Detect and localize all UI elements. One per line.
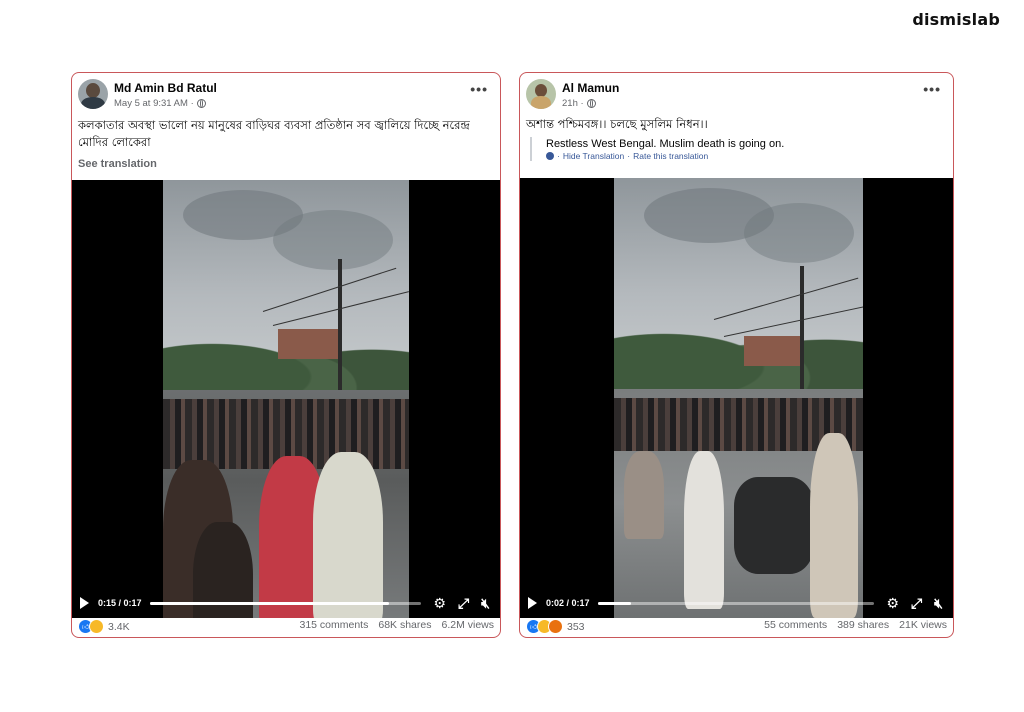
see-translation-link[interactable]: See translation [78,158,157,170]
translation-box: Restless West Bengal. Muslim death is go… [530,137,784,161]
shares-count[interactable]: 68K shares [378,619,431,631]
reactions[interactable]: 👍︎ 3.4K [78,619,130,634]
angry-reaction-icon [548,619,563,634]
video-time: 0:02 / 0:17 [546,598,590,608]
author-name[interactable]: Md Amin Bd Ratul [114,81,217,95]
brand-logo: dismislab [912,10,1000,29]
settings-icon[interactable]: ⚙ [886,596,899,610]
comments-count[interactable]: 55 comments [764,619,827,631]
globe-icon [586,99,596,108]
reaction-count: 353 [567,620,585,633]
post-caption: অশান্ত পশ্চিমবঙ্গ।। চলছে মুসলিম নিধন।। [526,117,708,131]
post-footer: 👍︎ 3.4K 315 comments 68K shares 6.2M vie… [72,615,500,637]
views-count: 21K views [899,619,947,631]
video-player[interactable]: 0:15 / 0:17 ⚙ ⤢ 🔇︎ [72,180,500,618]
fullscreen-icon[interactable]: ⤢ [458,596,469,610]
rate-translation-link[interactable]: Rate this translation [633,151,708,161]
video-progress-bar[interactable] [149,601,422,605]
post-meta: May 5 at 9:31 AM · [114,98,206,109]
translation-text: Restless West Bengal. Muslim death is go… [546,138,785,150]
post-header: Al Mamun 21h · ••• [520,73,953,115]
settings-icon[interactable]: ⚙ [433,596,446,610]
avatar[interactable] [78,79,108,109]
comments-count[interactable]: 315 comments [299,619,368,631]
post-stats: 55 comments 389 shares 21K views [764,619,947,631]
translation-links: · Hide Translation · Rate this translati… [546,151,784,161]
video-time: 0:15 / 0:17 [98,598,142,608]
video-controls: 0:15 / 0:17 ⚙ ⤢ 🔇︎ [72,588,500,618]
shares-count[interactable]: 389 shares [837,619,889,631]
play-icon[interactable] [80,597,89,609]
hide-translation-link[interactable]: Hide Translation [563,151,624,161]
video-player[interactable]: 0:02 / 0:17 ⚙ ⤢ 🔇︎ [520,178,953,618]
post-footer: 👍︎ 353 55 comments 389 shares 21K views [520,615,953,637]
post-time[interactable]: May 5 at 9:31 AM · [114,98,194,109]
post-header: Md Amin Bd Ratul May 5 at 9:31 AM · ••• [72,73,500,115]
fullscreen-icon[interactable]: ⤢ [911,596,922,610]
video-controls: 0:02 / 0:17 ⚙ ⤢ 🔇︎ [520,588,953,618]
sad-reaction-icon [89,619,104,634]
globe-icon [196,99,206,108]
play-icon[interactable] [528,597,537,609]
more-options-icon[interactable]: ••• [470,81,488,97]
avatar[interactable] [526,79,556,109]
video-frame [163,180,409,618]
views-count: 6.2M views [441,619,494,631]
video-progress-bar[interactable] [597,601,875,605]
more-options-icon[interactable]: ••• [923,81,941,97]
post-stats: 315 comments 68K shares 6.2M views [299,619,494,631]
video-frame [614,178,863,618]
post-time[interactable]: 21h · [562,98,584,109]
facebook-post-1: Md Amin Bd Ratul May 5 at 9:31 AM · ••• … [71,72,501,638]
settings-icon [546,152,554,160]
mute-icon[interactable]: 🔇︎ [934,596,943,610]
facebook-post-2: Al Mamun 21h · ••• অশান্ত পশ্চিমবঙ্গ।। চ… [519,72,954,638]
reactions[interactable]: 👍︎ 353 [526,619,585,634]
mute-icon[interactable]: 🔇︎ [481,596,490,610]
reaction-count: 3.4K [108,620,130,633]
post-meta: 21h · [562,98,596,109]
author-name[interactable]: Al Mamun [562,81,619,95]
post-caption: কলকাতার অবস্থা ভালো নয় মানুষের বাড়িঘর … [78,118,470,149]
